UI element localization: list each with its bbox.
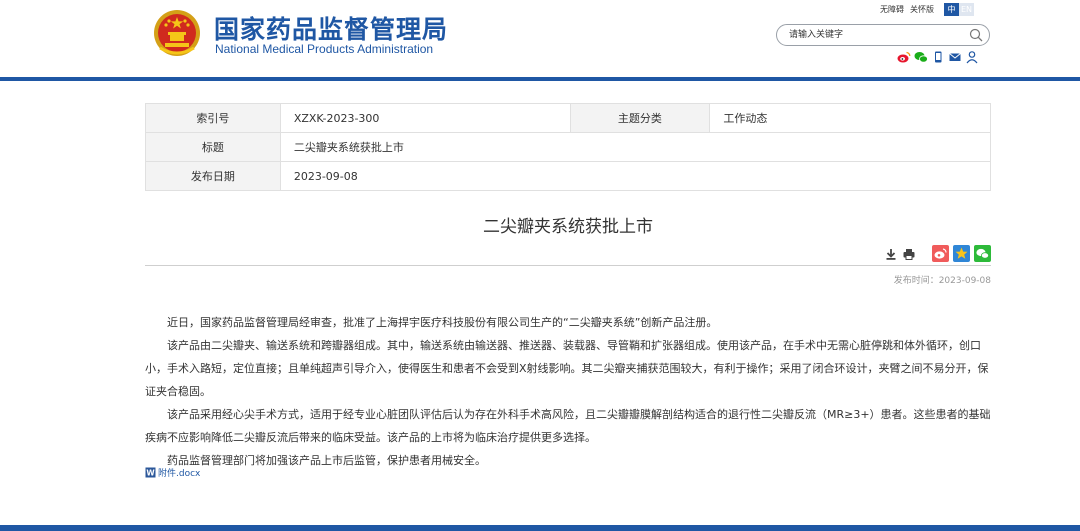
article-paragraph: 该产品采用经心尖手术方式，适用于经专业心脏团队评估后认为存在外科手术高风险，且二… xyxy=(145,408,991,444)
svg-text:W: W xyxy=(146,468,155,477)
meta-date-label: 发布日期 xyxy=(145,161,281,191)
site-logo-title[interactable]: 国家药品监督管理局 xyxy=(214,10,448,46)
title-divider xyxy=(145,265,991,266)
social-links xyxy=(897,50,979,64)
meta-title-value: 二尖瓣夹系统获批上市 xyxy=(279,132,992,162)
lang-cn-button[interactable]: 中 xyxy=(944,2,959,16)
wechat-icon[interactable] xyxy=(914,50,928,64)
article-paragraph: 近日，国家药品监督管理局经审查，批准了上海捍宇医疗科技股份有限公司生产的“二尖瓣… xyxy=(167,316,718,329)
accessibility-link[interactable]: 无障碍 xyxy=(880,4,904,15)
favorite-share-icon[interactable] xyxy=(953,245,970,262)
elderly-mode-link[interactable]: 关怀版 xyxy=(910,4,934,15)
search-input[interactable] xyxy=(789,28,959,42)
user-icon[interactable] xyxy=(965,50,979,64)
site-logo-subtitle[interactable]: National Medical Products Administration xyxy=(215,42,433,56)
wechat-share-icon[interactable] xyxy=(974,245,991,262)
meta-title-label: 标题 xyxy=(145,132,281,162)
meta-index-value: XZXK-2023-300 xyxy=(279,103,571,133)
article-title: 二尖瓣夹系统获批上市 xyxy=(483,217,653,237)
mobile-icon[interactable] xyxy=(931,50,945,64)
weibo-share-icon[interactable] xyxy=(932,245,949,262)
meta-row-index: 索引号 XZXK-2023-300 主题分类 工作动态 xyxy=(145,103,991,133)
article-tools xyxy=(884,245,991,262)
search-box xyxy=(776,24,990,46)
meta-row-title: 标题 二尖瓣夹系统获批上市 xyxy=(145,132,992,162)
search-icon[interactable] xyxy=(968,27,984,43)
attachment-label[interactable]: 附件.docx xyxy=(158,466,200,479)
meta-topic-value: 工作动态 xyxy=(709,103,991,133)
article-paragraph: 药品监督管理部门将加强该产品上市后监管，保护患者用械安全。 xyxy=(167,454,486,467)
attachment-link[interactable]: W 附件.docx xyxy=(145,466,200,479)
weibo-icon[interactable] xyxy=(897,50,911,64)
print-icon[interactable] xyxy=(902,247,916,261)
footer-divider xyxy=(0,525,1080,531)
meta-topic-label: 主题分类 xyxy=(569,103,711,133)
article-body: 近日，国家药品监督管理局经审查，批准了上海捍宇医疗科技股份有限公司生产的“二尖瓣… xyxy=(145,311,995,472)
meta-row-date: 发布日期 2023-09-08 xyxy=(145,161,992,191)
mail-icon[interactable] xyxy=(948,50,962,64)
download-icon[interactable] xyxy=(884,247,898,261)
top-links: 无障碍 关怀版 中 EN xyxy=(880,2,974,16)
header-divider xyxy=(0,77,1080,81)
article-paragraph: 该产品由二尖瓣夹、输送系统和跨瓣器组成。其中，输送系统由输送器、推送器、装载器、… xyxy=(145,339,989,398)
lang-en-button[interactable]: EN xyxy=(959,2,974,16)
publish-time: 发布时间：2023-09-08 xyxy=(893,276,991,286)
meta-index-label: 索引号 xyxy=(145,103,281,133)
article-meta-table: 索引号 XZXK-2023-300 主题分类 工作动态 标题 二尖瓣夹系统获批上… xyxy=(145,103,992,191)
site-header: 国家药品监督管理局 National Medical Products Admi… xyxy=(0,0,1080,81)
word-doc-icon: W xyxy=(145,467,156,478)
national-emblem-icon[interactable] xyxy=(152,8,202,58)
meta-date-value: 2023-09-08 xyxy=(279,161,992,191)
